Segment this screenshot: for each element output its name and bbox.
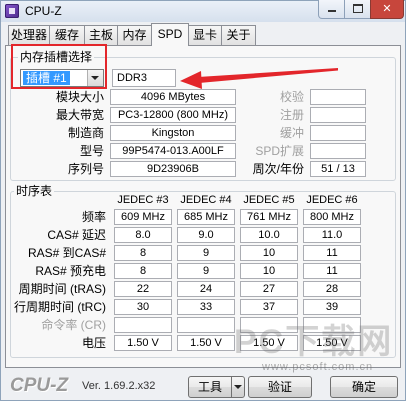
- timing-value-ras-precharge-jedec6: 11: [303, 263, 361, 279]
- week-year-label: 周次/年份: [252, 162, 304, 176]
- minimize-button[interactable]: [318, 0, 345, 19]
- timing-value-command-rate-jedec6: [303, 317, 361, 333]
- manufacturer-label: 制造商: [67, 126, 104, 140]
- timing-value-cas-latency-jedec6: 11.0: [303, 227, 361, 243]
- timing-value-command-rate-jedec4: [177, 317, 235, 333]
- registered-label: 注册: [279, 108, 304, 122]
- timing-value-voltage-jedec3: 1.50 V: [114, 335, 172, 351]
- buffered-label: 缓冲: [279, 126, 304, 140]
- slot-dropdown-value: 插槽 #1: [23, 71, 70, 85]
- timing-label-ras-to-cas: RAS# 到CAS#: [27, 246, 106, 260]
- spd-ext-field: [310, 143, 366, 159]
- part-number-field: 99P5474-013.A00LF: [110, 143, 236, 159]
- buffered-field: [310, 125, 366, 141]
- registered-field: [310, 107, 366, 123]
- timing-value-tras-jedec3: 22: [114, 281, 172, 297]
- timing-label-cas-latency: CAS# 延迟: [47, 228, 106, 242]
- serial-number-field: 9D23906B: [110, 161, 236, 177]
- timing-label-command-rate: 命令率 (CR): [41, 318, 106, 332]
- timing-value-cas-latency-jedec3: 8.0: [114, 227, 172, 243]
- timing-value-ras-precharge-jedec3: 8: [114, 263, 172, 279]
- timing-value-tras-jedec5: 27: [240, 281, 298, 297]
- tab-graphics[interactable]: 显卡: [188, 25, 222, 45]
- tab-spd[interactable]: SPD: [151, 23, 189, 46]
- timing-value-ras-precharge-jedec4: 9: [177, 263, 235, 279]
- tab-about[interactable]: 关于: [221, 25, 256, 45]
- timing-value-tras-jedec4: 24: [177, 281, 235, 297]
- slot-dropdown-arrow[interactable]: [87, 70, 103, 86]
- max-bandwidth-label: 最大带宽: [55, 108, 104, 122]
- timing-value-ras-to-cas-jedec6: 11: [303, 245, 361, 261]
- version-label: Ver. 1.69.2.x32: [82, 380, 156, 392]
- timing-value-frequency-jedec5: 761 MHz: [240, 209, 298, 225]
- correction-label: 校验: [279, 90, 304, 104]
- close-button[interactable]: ✕: [370, 0, 404, 19]
- caret-down-icon: [234, 385, 242, 389]
- chevron-down-icon: [91, 76, 99, 80]
- slot-dropdown[interactable]: 插槽 #1: [20, 69, 104, 87]
- module-size-field: 4096 MBytes: [110, 89, 236, 105]
- ok-button[interactable]: 确定: [330, 376, 398, 398]
- timing-column-header-jedec3: JEDEC #3: [117, 194, 169, 206]
- timing-value-trc-jedec3: 30: [114, 299, 172, 315]
- close-icon: ✕: [382, 2, 392, 15]
- tab-processor[interactable]: 处理器: [8, 25, 50, 45]
- cpuz-app-icon: [5, 4, 19, 18]
- timing-value-ras-precharge-jedec5: 10: [240, 263, 298, 279]
- timing-value-frequency-jedec6: 800 MHz: [303, 209, 361, 225]
- timing-value-tras-jedec6: 28: [303, 281, 361, 297]
- window-title: CPU-Z: [25, 4, 62, 18]
- timing-value-ras-to-cas-jedec4: 9: [177, 245, 235, 261]
- max-bandwidth-field: PC3-12800 (800 MHz): [110, 107, 236, 123]
- slot-selection-title: 内存插槽选择: [18, 50, 95, 64]
- tools-button[interactable]: 工具: [188, 376, 232, 398]
- timings-title: 时序表: [14, 184, 55, 198]
- timing-label-trc: 行周期时间 (tRC): [14, 300, 106, 314]
- timing-value-cas-latency-jedec4: 9.0: [177, 227, 235, 243]
- cpuz-window: CPU-Z ✕ 处理器 缓存 主板 内存 SPD 显卡 关于 内存插槽选择 插槽…: [0, 0, 406, 401]
- timing-column-header-jedec4: JEDEC #4: [180, 194, 232, 206]
- timing-value-command-rate-jedec5: [240, 317, 298, 333]
- timing-label-tras: 周期时间 (tRAS): [18, 282, 106, 296]
- timing-value-trc-jedec6: 39: [303, 299, 361, 315]
- timing-label-voltage: 电压: [81, 336, 106, 350]
- timing-value-command-rate-jedec3: [114, 317, 172, 333]
- spd-ext-label: SPD扩展: [255, 144, 304, 158]
- tools-dropdown-button[interactable]: [231, 376, 245, 398]
- timing-value-cas-latency-jedec5: 10.0: [240, 227, 298, 243]
- timing-value-voltage-jedec6: 1.50 V: [303, 335, 361, 351]
- timing-column-header-jedec6: JEDEC #6: [306, 194, 358, 206]
- timing-value-ras-to-cas-jedec5: 10: [240, 245, 298, 261]
- timing-value-trc-jedec4: 33: [177, 299, 235, 315]
- correction-field: [310, 89, 366, 105]
- manufacturer-field: Kingston: [110, 125, 236, 141]
- week-year-field: 51 / 13: [310, 161, 366, 177]
- serial-number-label: 序列号: [67, 162, 104, 176]
- part-number-label: 型号: [79, 144, 104, 158]
- maximize-icon: [353, 4, 363, 13]
- module-size-label: 模块大小: [55, 90, 104, 104]
- timing-value-frequency-jedec4: 685 MHz: [177, 209, 235, 225]
- timing-column-header-jedec5: JEDEC #5: [243, 194, 295, 206]
- validate-button[interactable]: 验证: [248, 376, 312, 398]
- timing-label-ras-precharge: RAS# 预充电: [35, 264, 106, 278]
- tab-cache[interactable]: 缓存: [49, 25, 85, 45]
- maximize-button[interactable]: [344, 0, 371, 19]
- timing-label-frequency: 频率: [81, 210, 106, 224]
- memory-type-field: DDR3: [112, 69, 176, 87]
- timing-value-frequency-jedec3: 609 MHz: [114, 209, 172, 225]
- timing-value-ras-to-cas-jedec3: 8: [114, 245, 172, 261]
- tab-memory[interactable]: 内存: [117, 25, 152, 45]
- timing-value-trc-jedec5: 37: [240, 299, 298, 315]
- timing-value-voltage-jedec5: 1.50 V: [240, 335, 298, 351]
- timing-value-voltage-jedec4: 1.50 V: [177, 335, 235, 351]
- minimize-icon: [328, 10, 336, 12]
- cpuz-footer-logo: CPU-Z: [10, 375, 69, 396]
- tab-mainboard[interactable]: 主板: [84, 25, 118, 45]
